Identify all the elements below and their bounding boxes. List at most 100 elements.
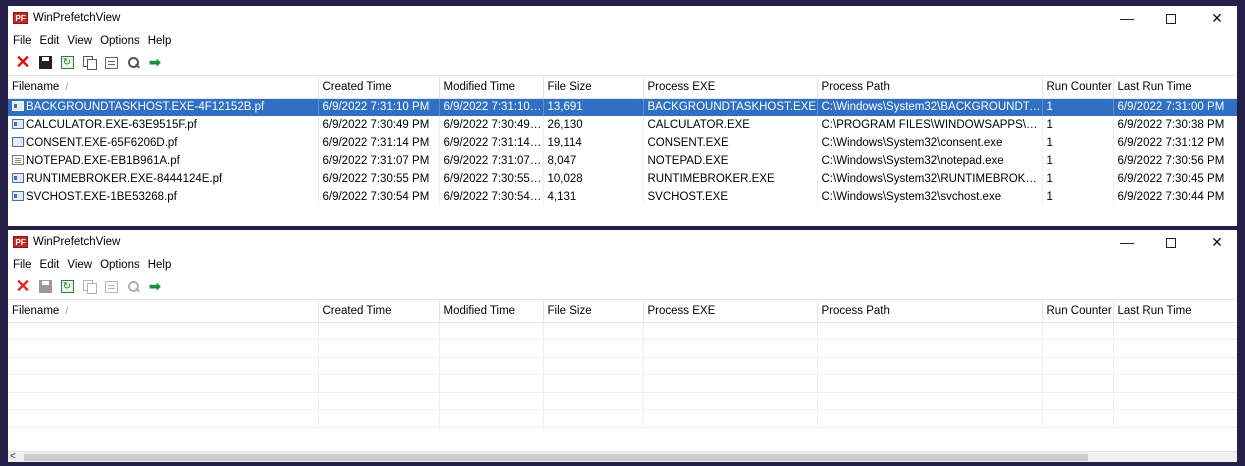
exit-icon[interactable]: ➡ bbox=[144, 52, 166, 74]
horizontal-scrollbar[interactable]: < bbox=[8, 451, 1237, 462]
column-header-last-run-time[interactable]: Last Run Time bbox=[1113, 300, 1237, 323]
table-row[interactable]: CALCULATOR.EXE-63E9515F.pf 6/9/2022 7:30:… bbox=[8, 116, 1237, 134]
exit-icon[interactable]: ➡ bbox=[144, 276, 166, 298]
title-bar[interactable]: PF WinPrefetchView — ✕ bbox=[8, 6, 1237, 31]
scroll-left-arrow-icon[interactable]: < bbox=[10, 451, 16, 462]
column-header-filename[interactable]: Filename / bbox=[8, 300, 319, 323]
menu-help[interactable]: Help bbox=[145, 35, 177, 47]
save-icon[interactable] bbox=[34, 276, 56, 298]
table-cell: BACKGROUNDTASKHOST.EXE bbox=[643, 98, 818, 116]
table-header: Filename / Created Time Modified Time Fil… bbox=[8, 76, 1237, 99]
column-header-modified-time[interactable]: Modified Time bbox=[439, 76, 544, 99]
table-cell bbox=[643, 339, 818, 358]
table-cell: CONSENT.EXE bbox=[643, 134, 818, 152]
table-cell bbox=[1113, 374, 1237, 393]
delete-icon[interactable]: ✕ bbox=[12, 52, 34, 74]
column-header-file-size[interactable]: File Size bbox=[543, 300, 644, 323]
column-header-created-time[interactable]: Created Time bbox=[318, 300, 440, 323]
menu-edit[interactable]: Edit bbox=[37, 35, 65, 47]
table-row[interactable]: RUNTIMEBROKER.EXE-8444124E.pf 6/9/2022 7:… bbox=[8, 170, 1237, 188]
table-row[interactable]: CONSENT.EXE-65F6206D.pf 6/9/2022 7:31:14 … bbox=[8, 134, 1237, 152]
column-header-process-path[interactable]: Process Path bbox=[817, 76, 1043, 99]
table-cell: C:\Windows\System32\BACKGROUNDTA... bbox=[817, 98, 1043, 116]
menu-view[interactable]: View bbox=[64, 35, 97, 47]
column-header-file-size[interactable]: File Size bbox=[543, 76, 644, 99]
minimize-button[interactable]: — bbox=[1107, 6, 1147, 31]
close-button[interactable]: ✕ bbox=[1197, 230, 1237, 255]
find-icon[interactable] bbox=[122, 52, 144, 74]
column-header-filename[interactable]: Filename / bbox=[8, 76, 319, 99]
table-cell bbox=[1042, 392, 1114, 410]
table-cell bbox=[1042, 374, 1114, 393]
table-cell bbox=[1113, 392, 1237, 410]
copy-icon[interactable] bbox=[78, 276, 100, 298]
table-cell: 4,131 bbox=[543, 188, 644, 206]
menu-view[interactable]: View bbox=[64, 259, 97, 271]
menu-edit[interactable]: Edit bbox=[37, 259, 65, 271]
menu-options[interactable]: Options bbox=[97, 259, 145, 271]
column-header-last-run-time[interactable]: Last Run Time bbox=[1113, 76, 1237, 99]
table-cell bbox=[817, 339, 1043, 358]
table-cell: 1 bbox=[1042, 116, 1114, 134]
table-cell: C:\Windows\System32\consent.exe bbox=[817, 134, 1043, 152]
column-header-process-path[interactable]: Process Path bbox=[817, 300, 1043, 323]
table-cell: C:\Windows\System32\notepad.exe bbox=[817, 152, 1043, 170]
close-button[interactable]: ✕ bbox=[1197, 6, 1237, 31]
table-row[interactable]: BACKGROUNDTASKHOST.EXE-4F12152B.pf 6/9/20… bbox=[8, 98, 1237, 116]
app-icon bbox=[12, 119, 24, 129]
menu-options[interactable]: Options bbox=[97, 35, 145, 47]
properties-icon[interactable] bbox=[100, 276, 122, 298]
maximize-button[interactable] bbox=[1151, 230, 1191, 255]
table-cell: 1 bbox=[1042, 188, 1114, 206]
find-icon[interactable] bbox=[122, 276, 144, 298]
table-cell bbox=[1042, 339, 1114, 358]
table-cell: CALCULATOR.EXE-63E9515F.pf bbox=[8, 116, 319, 134]
menu-help[interactable]: Help bbox=[145, 259, 177, 271]
prefetch-table: Filename / Created Time Modified Time Fil… bbox=[8, 300, 1237, 428]
save-icon[interactable] bbox=[34, 52, 56, 74]
table-row[interactable]: SVCHOST.EXE-1BE53268.pf 6/9/2022 7:30:54 … bbox=[8, 188, 1237, 206]
column-header-process-exe[interactable]: Process EXE bbox=[643, 300, 818, 323]
table-cell: 6/9/2022 7:30:38 PM bbox=[1113, 116, 1237, 134]
refresh-icon[interactable]: ↻ bbox=[56, 52, 78, 74]
table-cell bbox=[8, 339, 319, 358]
table-cell: RUNTIMEBROKER.EXE-8444124E.pf bbox=[8, 170, 319, 188]
table-cell bbox=[1042, 357, 1114, 375]
empty-table-row bbox=[8, 374, 1237, 393]
table-cell: CONSENT.EXE-65F6206D.pf bbox=[8, 134, 319, 152]
table-cell: 26,130 bbox=[543, 116, 644, 134]
column-header-modified-time[interactable]: Modified Time bbox=[439, 300, 544, 323]
table-cell: 6/9/2022 7:31:10 ... bbox=[439, 98, 544, 116]
table-cell bbox=[318, 357, 440, 375]
table-cell: 6/9/2022 7:30:56 PM bbox=[1113, 152, 1237, 170]
copy-icon[interactable] bbox=[78, 52, 100, 74]
table-cell: SVCHOST.EXE-1BE53268.pf bbox=[8, 188, 319, 206]
table-cell bbox=[1113, 357, 1237, 375]
table-cell: 6/9/2022 7:31:10 PM bbox=[318, 98, 440, 116]
table-cell: C:\Windows\System32\svchost.exe bbox=[817, 188, 1043, 206]
table-cell bbox=[817, 409, 1043, 428]
minimize-button[interactable]: — bbox=[1107, 230, 1147, 255]
table-cell: 19,114 bbox=[543, 134, 644, 152]
table-header: Filename / Created Time Modified Time Fil… bbox=[8, 300, 1237, 323]
column-header-created-time[interactable]: Created Time bbox=[318, 76, 440, 99]
table-cell bbox=[8, 374, 319, 393]
table-cell bbox=[643, 357, 818, 375]
column-header-process-exe[interactable]: Process EXE bbox=[643, 76, 818, 99]
menu-file[interactable]: File bbox=[10, 259, 37, 271]
column-header-run-counter[interactable]: Run Counter bbox=[1042, 76, 1114, 99]
refresh-icon[interactable]: ↻ bbox=[56, 276, 78, 298]
table-cell: 1 bbox=[1042, 170, 1114, 188]
app-icon: PF bbox=[13, 12, 28, 24]
menu-file[interactable]: File bbox=[10, 35, 37, 47]
toolbar: ✕ ↻ ➡ bbox=[8, 274, 1237, 300]
scroll-thumb[interactable] bbox=[24, 454, 1088, 461]
properties-icon[interactable] bbox=[100, 52, 122, 74]
maximize-button[interactable] bbox=[1151, 6, 1191, 31]
delete-icon[interactable]: ✕ bbox=[12, 276, 34, 298]
table-row[interactable]: NOTEPAD.EXE-EB1B961A.pf 6/9/2022 7:31:07 … bbox=[8, 152, 1237, 170]
column-header-run-counter[interactable]: Run Counter bbox=[1042, 300, 1114, 323]
table-cell bbox=[1042, 322, 1114, 340]
title-bar[interactable]: PF WinPrefetchView — ✕ bbox=[8, 230, 1237, 255]
table-cell bbox=[643, 322, 818, 340]
